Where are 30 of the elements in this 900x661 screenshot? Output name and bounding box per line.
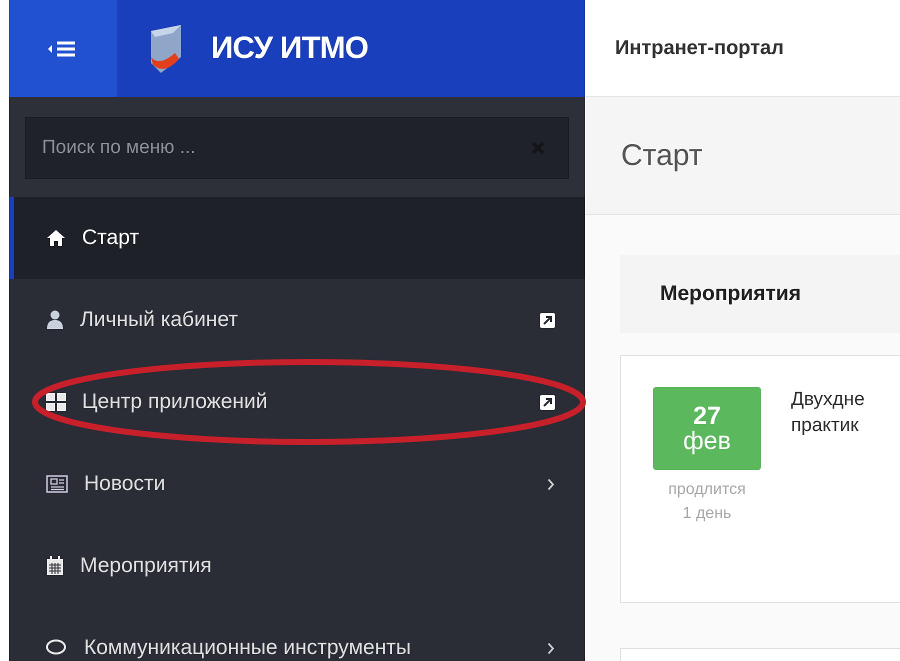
grid-icon — [46, 393, 66, 411]
sidebar-toggle-button[interactable] — [9, 0, 117, 97]
date-month: фев — [683, 428, 731, 454]
chevron-right-icon — [547, 478, 555, 490]
menu-search-field[interactable]: Поиск по меню ... — [25, 117, 569, 179]
external-link-icon — [540, 312, 555, 328]
menu-item-label: Мероприятия — [80, 553, 213, 580]
chat-icon — [46, 639, 68, 657]
portal-title: Интранет-портал — [615, 36, 784, 61]
event-title: Двухдне — [791, 388, 865, 412]
page-title: Старт — [621, 138, 703, 174]
external-link-icon — [540, 394, 555, 410]
chevron-right-icon — [547, 642, 555, 654]
menu-item-label: Коммуникационные инструменты — [84, 635, 412, 661]
menu-collapse-icon — [48, 40, 78, 58]
section-title: Мероприятия — [660, 281, 801, 308]
date-day: 27 — [693, 404, 721, 428]
menu-item-label: Личный кабинет — [80, 307, 239, 334]
brand-title: ИСУ ИТМО — [211, 29, 368, 68]
duration-label: продлится — [668, 480, 746, 500]
menu-item-label: Новости — [84, 471, 166, 498]
event-title: практик — [791, 414, 860, 438]
home-icon — [46, 229, 66, 247]
menu-item-label: Центр приложений — [82, 389, 268, 416]
newspaper-icon — [46, 475, 68, 493]
menu-item[interactable]: Старт — [9, 197, 585, 279]
calendar-icon — [46, 556, 64, 576]
user-icon — [46, 310, 64, 330]
duration-value: 1 день — [682, 504, 732, 524]
menu-item-label: Старт — [82, 225, 140, 252]
